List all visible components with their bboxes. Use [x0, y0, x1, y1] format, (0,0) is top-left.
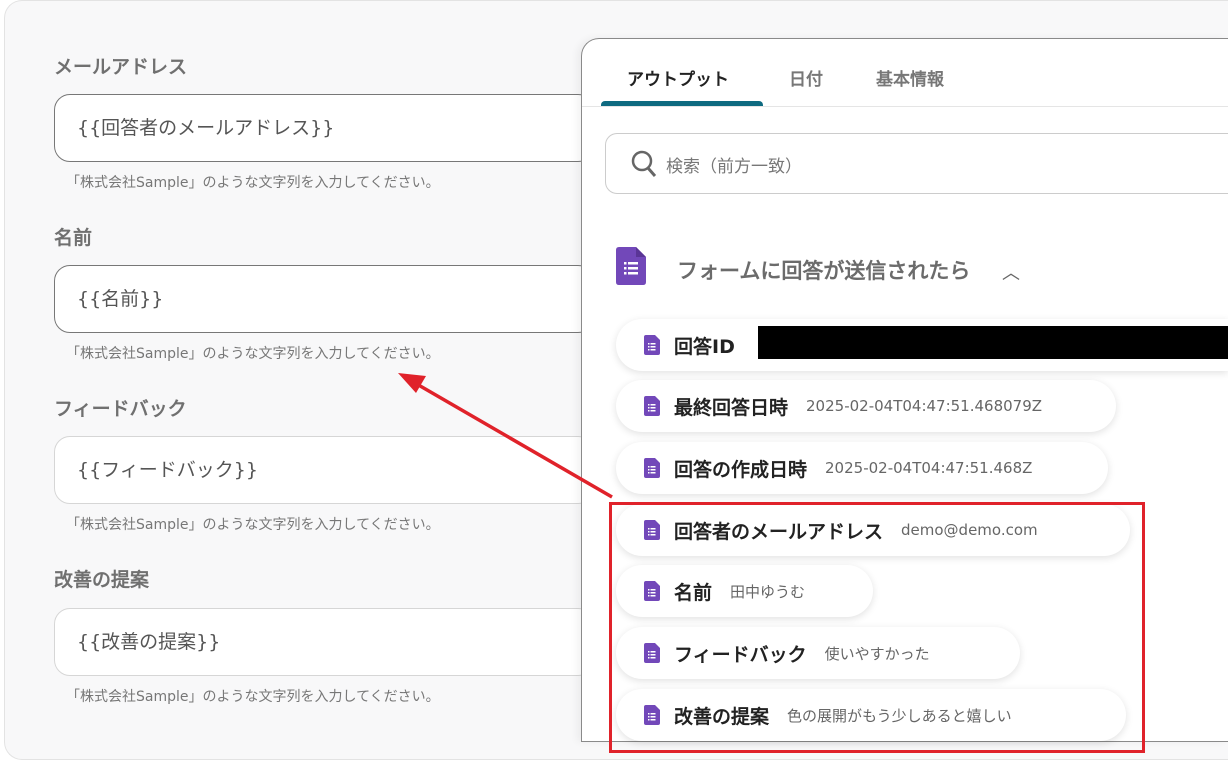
annotation-arrow — [398, 373, 613, 499]
